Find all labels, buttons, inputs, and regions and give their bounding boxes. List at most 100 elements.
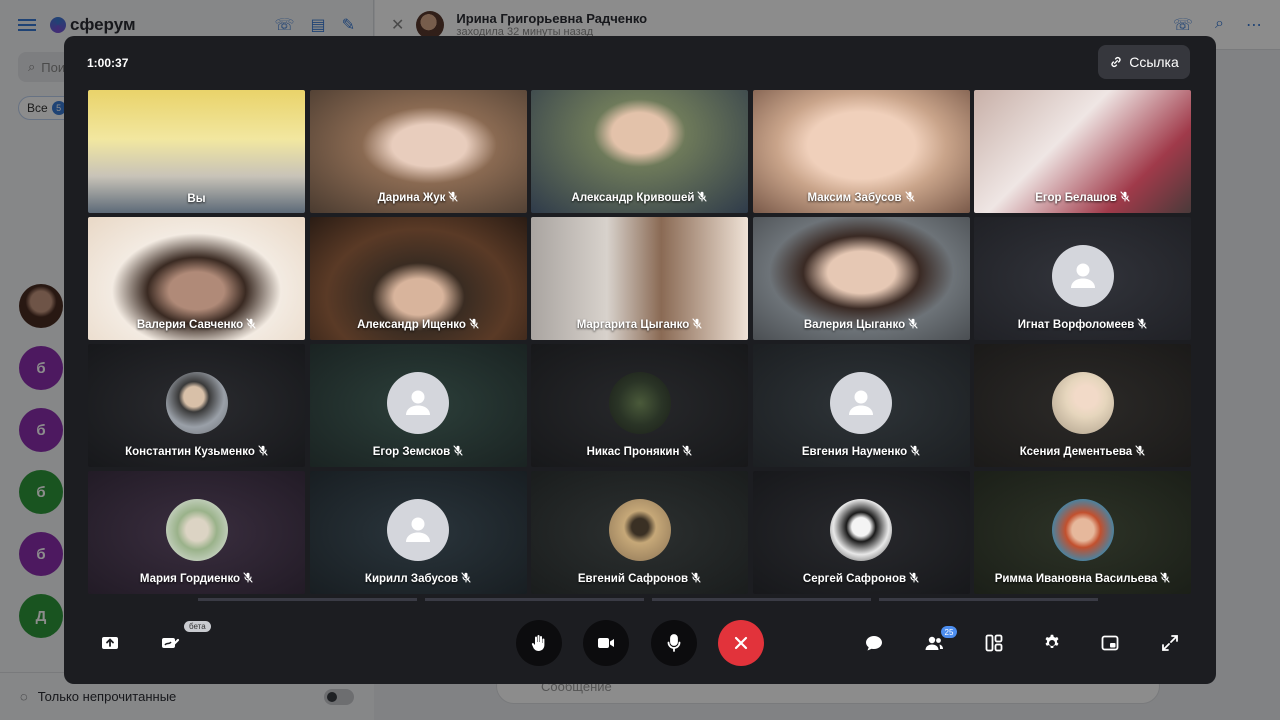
participant-name-text: Сергей Сафронов <box>802 573 907 585</box>
participant-avatar <box>608 499 671 561</box>
picture-in-picture-button[interactable] <box>1096 620 1124 666</box>
hand-icon <box>531 635 545 651</box>
participant-name: Максим Забусов <box>753 191 970 205</box>
close-icon <box>734 636 748 650</box>
participant-tile[interactable]: Егор Земсков <box>309 344 527 467</box>
participant-tile[interactable]: Игнат Ворфоломеев <box>974 217 1191 340</box>
participant-name: Сергей Сафронов <box>753 572 970 586</box>
participant-name: Егор Белашов <box>974 191 1191 205</box>
participant-name: Игнат Ворфоломеев <box>974 318 1191 332</box>
mic-off-icon <box>1120 191 1130 205</box>
participant-name-text: Игнат Ворфоломеев <box>1017 319 1135 331</box>
participant-tile[interactable]: Никас Пронякин <box>531 344 748 467</box>
mic-off-icon <box>682 445 692 459</box>
participant-tile[interactable]: Валерия Савченко <box>88 217 305 340</box>
participant-tile[interactable]: Евгений Сафронов <box>531 471 748 594</box>
participant-tile[interactable]: Ксения Дементьева <box>974 344 1191 467</box>
mic-off-icon <box>909 572 919 586</box>
participant-name-text: Мария Гордиенко <box>139 573 241 585</box>
mic-off-icon <box>904 191 915 205</box>
microphone-icon <box>667 634 681 652</box>
mic-off-icon <box>246 318 256 332</box>
chat-button[interactable] <box>860 620 888 666</box>
participants-count-badge: 25 <box>941 626 957 638</box>
participant-tile[interactable]: Константин Кузьменко <box>88 344 305 467</box>
call-timer: 1:00:37 <box>87 56 129 70</box>
mic-off-icon <box>1137 318 1147 332</box>
participant-tile[interactable]: Егор Белашов <box>974 90 1191 213</box>
participant-name: Римма Ивановна Васильева <box>974 572 1191 586</box>
participant-avatar <box>1051 499 1114 561</box>
mic-off-icon <box>1160 572 1170 586</box>
participant-tile[interactable]: Александр Ищенко <box>309 217 527 340</box>
mic-off-icon <box>461 572 471 586</box>
participant-name-text: Ксения Дементьева <box>1019 446 1133 458</box>
mic-off-icon <box>697 191 708 205</box>
layout-grid-icon <box>985 634 1003 652</box>
participant-name: Евгения Науменко <box>753 445 970 459</box>
minimize-window-icon <box>1101 635 1119 651</box>
raise-hand-button[interactable] <box>516 620 562 666</box>
end-call-button[interactable] <box>718 620 764 666</box>
participant-name-text: Валерия Цыганко <box>803 319 906 331</box>
participant-name-text: Евгений Сафронов <box>577 573 689 585</box>
settings-button[interactable] <box>1038 620 1066 666</box>
whiteboard-icon <box>162 638 180 649</box>
share-link-button[interactable]: Ссылка <box>1098 45 1190 79</box>
participant-tile[interactable]: Дарина Жук <box>309 90 527 213</box>
layout-button[interactable] <box>980 620 1008 666</box>
camera-toggle-button[interactable] <box>583 620 629 666</box>
participant-tile[interactable]: Валерия Цыганко <box>752 217 970 340</box>
participant-tile[interactable]: Вы <box>88 90 305 213</box>
default-avatar-icon <box>830 372 892 434</box>
participant-name-text: Римма Ивановна Васильева <box>994 573 1158 585</box>
participant-name: Александр Ищенко <box>310 318 527 332</box>
participant-avatar <box>830 499 892 561</box>
participant-name-text: Маргарита Цыганко <box>576 319 690 331</box>
link-icon <box>1111 56 1121 68</box>
share-screen-button[interactable] <box>96 620 124 666</box>
share-link-label: Ссылка <box>1129 54 1179 70</box>
participant-name: Кирилл Забусов <box>310 572 527 586</box>
participant-avatar <box>608 372 671 434</box>
beta-badge: бета <box>184 621 211 632</box>
participant-tile[interactable]: Мария Гордиенко <box>88 471 305 594</box>
video-call-window: 1:00:37 Ссылка Вы Дарина Жук Александр Кри… <box>64 36 1216 684</box>
participant-avatar <box>165 499 228 561</box>
participants-button[interactable]: 25 <box>919 620 957 666</box>
mic-off-icon <box>1135 445 1145 459</box>
microphone-toggle-button[interactable] <box>651 620 697 666</box>
participant-name-text: Вы <box>187 193 206 205</box>
participant-tile[interactable]: Маргарита Цыганко <box>531 217 748 340</box>
participant-tile[interactable]: Максим Забусов <box>752 90 970 213</box>
participant-tile[interactable]: Римма Ивановна Васильева <box>974 471 1191 594</box>
whiteboard-button[interactable] <box>156 620 184 666</box>
mic-off-icon <box>910 445 920 459</box>
fullscreen-button[interactable] <box>1156 620 1184 666</box>
mic-off-icon <box>448 191 458 205</box>
participant-tile[interactable]: Сергей Сафронов <box>752 471 970 594</box>
gear-icon <box>1045 634 1059 648</box>
mic-off-icon <box>908 318 918 332</box>
participant-name-text: Егор Земсков <box>372 446 451 458</box>
call-controls: 25 <box>64 620 1216 666</box>
users-icon <box>925 636 943 650</box>
participant-name: Маргарита Цыганко <box>531 318 748 332</box>
participant-tile[interactable]: Евгения Науменко <box>752 344 970 467</box>
participant-name: Валерия Цыганко <box>753 318 970 332</box>
participant-tile[interactable]: Александр Кривошей <box>531 90 748 213</box>
preview-strip <box>425 598 644 601</box>
mic-off-icon <box>243 572 253 586</box>
mic-off-icon <box>692 318 702 332</box>
participant-name-text: Кирилл Забусов <box>364 573 459 585</box>
screen-share-icon <box>102 637 118 649</box>
participant-tile[interactable]: Кирилл Забусов <box>309 471 527 594</box>
participant-name: Ксения Дементьева <box>974 445 1191 459</box>
default-avatar-icon <box>387 372 449 434</box>
participant-name-text: Максим Забусов <box>807 192 902 204</box>
preview-strip <box>198 598 417 601</box>
default-avatar-icon <box>387 499 449 561</box>
participant-name: Валерия Савченко <box>88 318 305 332</box>
participant-name-text: Никас Пронякин <box>586 446 680 458</box>
mic-off-icon <box>258 445 268 459</box>
